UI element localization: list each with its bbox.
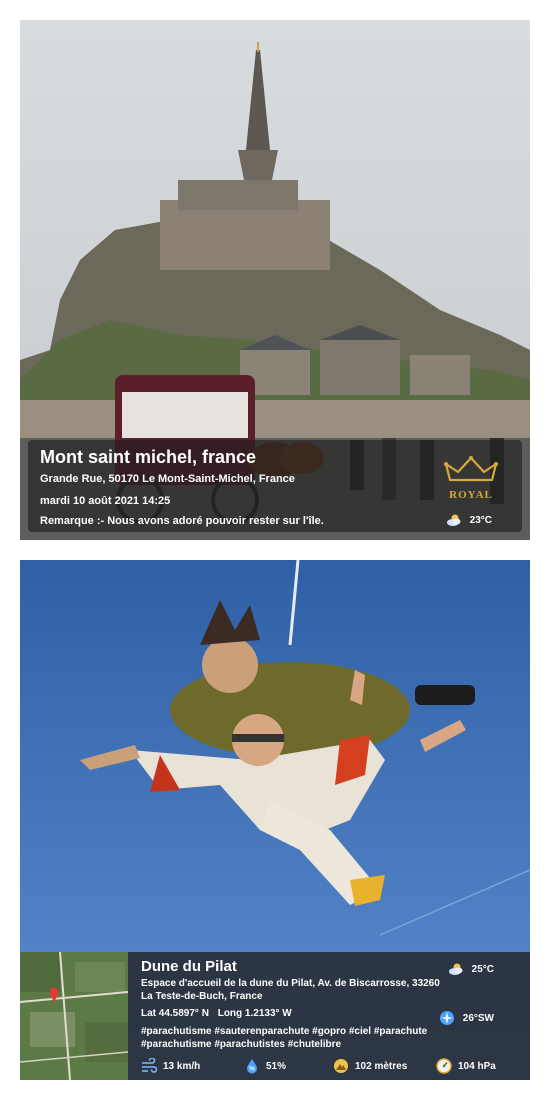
humidity-value: 51% bbox=[266, 1060, 287, 1072]
post-title: Mont saint michel, france bbox=[40, 447, 257, 467]
post-info-panel: Dune du Pilat Espace d'accueil de la dun… bbox=[20, 952, 530, 1080]
post-address: Espace d'accueil de la dune du Pilat, Av… bbox=[141, 978, 440, 1002]
compass-icon bbox=[439, 1011, 454, 1025]
post-note: Remarque :- Nous avons adoré pouvoir res… bbox=[40, 515, 324, 527]
svg-text:%: % bbox=[249, 1067, 255, 1073]
altitude-value: 102 mètres bbox=[355, 1060, 408, 1072]
partly-cloudy-icon bbox=[448, 963, 463, 975]
royal-logo: ROYAL bbox=[440, 454, 502, 501]
pressure-value: 104 hPa bbox=[458, 1060, 496, 1072]
wind-direction-info: 26°SW bbox=[439, 1010, 494, 1026]
post-info-overlay: Mont saint michel, france Grande Rue, 50… bbox=[28, 440, 522, 532]
post-title: Dune du Pilat bbox=[141, 958, 237, 975]
post-card-mont-saint-michel[interactable]: Mont saint michel, france Grande Rue, 50… bbox=[20, 20, 530, 540]
humidity-stat: % 51% bbox=[244, 1058, 286, 1074]
altitude-stat: 102 mètres bbox=[333, 1058, 407, 1074]
pressure-stat: 104 hPa bbox=[436, 1058, 496, 1074]
crown-icon bbox=[444, 456, 498, 482]
post-address: Grande Rue, 50170 Le Mont-Saint-Michel, … bbox=[40, 473, 295, 485]
wind-direction-value: 26°SW bbox=[462, 1012, 494, 1024]
longitude-value: Long 1.2133° W bbox=[217, 1008, 292, 1019]
pressure-gauge-icon bbox=[436, 1058, 452, 1074]
latitude-value: Lat 44.5897° N bbox=[141, 1008, 209, 1019]
post-datetime: mardi 10 août 2021 14:25 bbox=[40, 495, 171, 507]
wind-icon bbox=[142, 1058, 157, 1073]
wind-speed-value: 13 km/h bbox=[163, 1060, 201, 1072]
temperature-value: 23°C bbox=[469, 514, 492, 526]
humidity-drop-icon: % bbox=[247, 1059, 257, 1074]
weather-stats-row: 13 km/h % 51% 102 mètres 104 hPa bbox=[141, 1058, 526, 1074]
post-hashtags: #parachutisme #sauterenparachute #gopro … bbox=[141, 1026, 428, 1050]
partly-cloudy-icon bbox=[446, 514, 461, 526]
weather-info: 23°C bbox=[446, 512, 492, 528]
wind-speed-stat: 13 km/h bbox=[141, 1058, 200, 1074]
post-coordinates: Lat 44.5897° N Long 1.2133° W bbox=[141, 1008, 298, 1019]
temperature-info: 25°C bbox=[448, 961, 494, 977]
post-card-dune-du-pilat[interactable]: Dune du Pilat Espace d'accueil de la dun… bbox=[20, 560, 530, 1080]
royal-logo-text: ROYAL bbox=[449, 489, 493, 501]
altitude-icon bbox=[334, 1059, 348, 1073]
temperature-value: 25°C bbox=[471, 963, 494, 975]
location-map-thumbnail[interactable] bbox=[20, 952, 128, 1080]
